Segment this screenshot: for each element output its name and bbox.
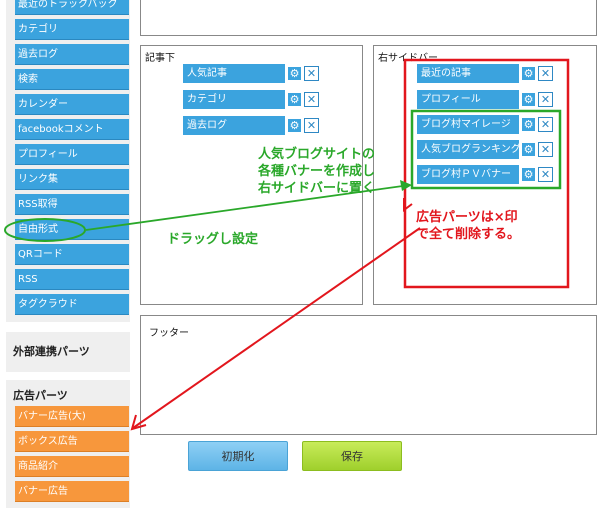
ad-box[interactable]: ボックス広告 — [15, 431, 129, 452]
part-rss-fetch[interactable]: RSS取得 — [15, 194, 129, 215]
part-category[interactable]: カテゴリ — [15, 19, 129, 40]
widget-archive[interactable]: 過去ログ ⚙ ✕ — [183, 116, 319, 135]
widget-label: ブログ村マイレージ — [417, 115, 519, 134]
section-gap — [6, 322, 130, 332]
gear-icon[interactable]: ⚙ — [287, 118, 302, 133]
reset-button[interactable]: 初期化 — [188, 441, 288, 471]
drag-note: ドラッグし設定 — [167, 232, 259, 247]
widget-blogmura-pv-banner[interactable]: ブログ村ＰＶバナー ⚙ ✕ — [417, 165, 553, 184]
close-icon[interactable]: ✕ — [304, 118, 319, 133]
part-calendar[interactable]: カレンダー — [15, 94, 129, 115]
green-note-line-1: 人気ブログサイトの — [258, 147, 376, 162]
gear-icon[interactable]: ⚙ — [521, 142, 536, 157]
widget-label: 最近の記事 — [417, 64, 519, 83]
green-note-line-3: 右サイドバーに置く — [258, 181, 376, 196]
part-archive[interactable]: 過去ログ — [15, 44, 129, 65]
widget-category[interactable]: カテゴリ ⚙ ✕ — [183, 90, 319, 109]
save-button[interactable]: 保存 — [302, 441, 402, 471]
widget-label: 人気記事 — [183, 64, 285, 83]
ad-product[interactable]: 商品紹介 — [15, 456, 129, 477]
close-icon[interactable]: ✕ — [538, 142, 553, 157]
gear-icon[interactable]: ⚙ — [521, 117, 536, 132]
footer-label: フッター — [149, 328, 189, 339]
part-profile[interactable]: プロフィール — [15, 144, 129, 165]
widget-popular-posts[interactable]: 人気記事 ⚙ ✕ — [183, 64, 319, 83]
gear-icon[interactable]: ⚙ — [521, 92, 536, 107]
part-links[interactable]: リンク集 — [15, 169, 129, 190]
gear-icon[interactable]: ⚙ — [521, 66, 536, 81]
red-note-line-1: 広告パーツは×印 — [416, 210, 518, 225]
part-free-form[interactable]: 自由形式 — [15, 219, 129, 240]
under-article-label: 記事下 — [145, 53, 175, 64]
section-gap — [6, 372, 130, 380]
footer-box[interactable]: フッター — [140, 315, 597, 435]
part-qr-code[interactable]: QRコード — [15, 244, 129, 265]
widget-label: プロフィール — [417, 90, 519, 109]
ad-parts-title[interactable]: 広告パーツ — [13, 387, 68, 403]
green-note-line-2: 各種バナーを作成し — [258, 164, 376, 179]
ad-banner-large[interactable]: バナー広告(大) — [15, 406, 129, 427]
close-icon[interactable]: ✕ — [304, 66, 319, 81]
part-search[interactable]: 検索 — [15, 69, 129, 90]
part-recent-trackbacks[interactable]: 最近のトラックバック — [15, 0, 129, 15]
main-area-box[interactable] — [140, 0, 597, 36]
close-icon[interactable]: ✕ — [304, 92, 319, 107]
close-icon[interactable]: ✕ — [538, 92, 553, 107]
gear-icon[interactable]: ⚙ — [287, 66, 302, 81]
widget-blogmura-mileage[interactable]: ブログ村マイレージ ⚙ ✕ — [417, 115, 553, 134]
widget-label: ブログ村ＰＶバナー — [417, 165, 519, 184]
widget-label: カテゴリ — [183, 90, 285, 109]
close-icon[interactable]: ✕ — [538, 66, 553, 81]
widget-label: 過去ログ — [183, 116, 285, 135]
red-note-line-2: で全て削除する。 — [416, 227, 521, 242]
external-parts-title[interactable]: 外部連携パーツ — [13, 343, 90, 359]
close-icon[interactable]: ✕ — [538, 117, 553, 132]
gear-icon[interactable]: ⚙ — [521, 167, 536, 182]
part-facebook-comment[interactable]: facebookコメント — [15, 119, 129, 140]
close-icon[interactable]: ✕ — [538, 167, 553, 182]
gear-icon[interactable]: ⚙ — [287, 92, 302, 107]
widget-profile[interactable]: プロフィール ⚙ ✕ — [417, 90, 553, 109]
widget-label: 人気ブログランキング — [417, 140, 519, 159]
part-tag-cloud[interactable]: タグクラウド — [15, 294, 129, 315]
part-rss[interactable]: RSS — [15, 269, 129, 290]
ad-banner[interactable]: バナー広告 — [15, 481, 129, 502]
widget-ranking[interactable]: 人気ブログランキング ⚙ ✕ — [417, 140, 553, 159]
right-sidebar-label: 右サイドバー — [378, 53, 438, 64]
widget-recent-posts[interactable]: 最近の記事 ⚙ ✕ — [417, 64, 553, 83]
